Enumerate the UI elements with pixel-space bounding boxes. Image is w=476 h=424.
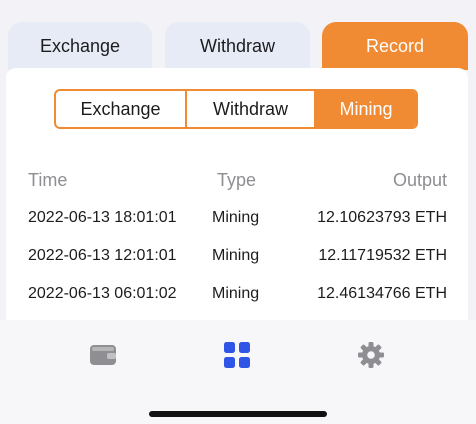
row-output: 12.10623793 ETH <box>317 209 447 226</box>
column-header-type: Type <box>217 170 257 190</box>
table-row: 2022-06-13 12:01:01 Mining 12.11719532 E… <box>6 247 468 269</box>
bottom-navigation <box>0 320 476 424</box>
row-time: 2022-06-13 18:01:01 <box>28 209 177 226</box>
table-row: 2022-06-13 18:01:01 Mining 12.10623793 E… <box>6 209 468 231</box>
row-output: 12.46134766 ETH <box>317 285 447 302</box>
nav-settings-button[interactable] <box>356 340 386 370</box>
segment-withdraw[interactable]: Withdraw <box>187 91 316 127</box>
segment-exchange[interactable]: Exchange <box>56 91 187 127</box>
tab-record[interactable]: Record <box>322 22 468 70</box>
wallet-icon <box>90 345 116 365</box>
row-time: 2022-06-13 12:01:01 <box>28 247 177 264</box>
gear-icon <box>358 342 384 368</box>
tab-exchange[interactable]: Exchange <box>8 22 152 70</box>
row-type: Mining <box>212 247 260 264</box>
grid-icon <box>224 342 250 368</box>
row-time: 2022-06-13 06:01:02 <box>28 285 177 302</box>
nav-dashboard-button[interactable] <box>222 340 252 370</box>
top-tab-bar: Exchange Withdraw Record <box>0 22 476 70</box>
record-panel: Exchange Withdraw Mining Time Type Outpu… <box>6 68 468 320</box>
nav-wallet-button[interactable] <box>88 340 118 370</box>
home-indicator <box>149 411 327 417</box>
segment-mining[interactable]: Mining <box>316 91 416 127</box>
column-header-output: Output <box>392 170 447 190</box>
row-type: Mining <box>212 209 260 226</box>
table-row: 2022-06-13 06:01:02 Mining 12.46134766 E… <box>6 285 468 307</box>
column-header-time: Time <box>28 170 68 190</box>
row-output: 12.11719532 ETH <box>318 247 447 264</box>
record-type-segmented-control: Exchange Withdraw Mining <box>54 89 418 129</box>
tab-withdraw[interactable]: Withdraw <box>165 22 310 70</box>
row-type: Mining <box>212 285 260 302</box>
